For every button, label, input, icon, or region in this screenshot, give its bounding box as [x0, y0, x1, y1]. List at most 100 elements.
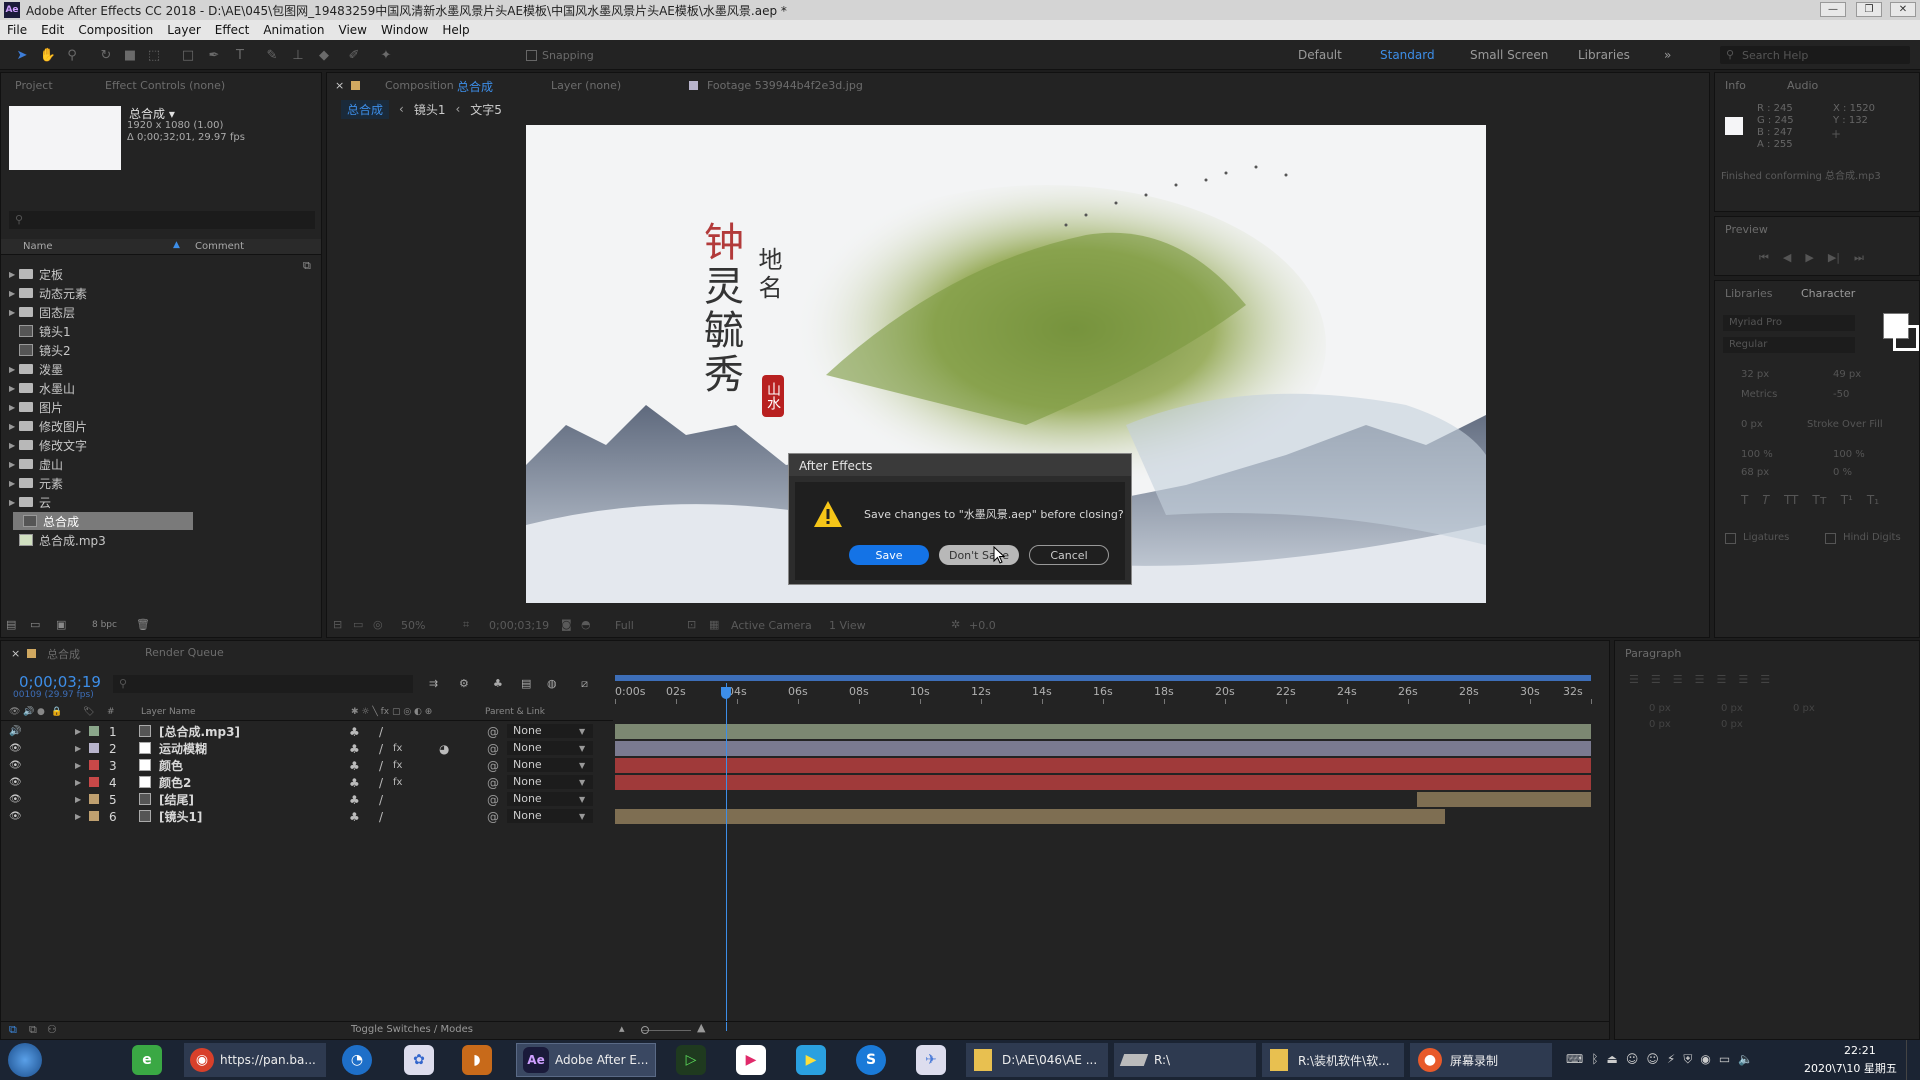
expand-triangle-icon[interactable]: ▶ — [9, 422, 19, 431]
first-frame-icon[interactable]: ⏮ — [1759, 251, 1769, 265]
shy-switch-icon[interactable]: ♣ — [349, 776, 360, 790]
kerning-value[interactable]: Metrics — [1741, 389, 1777, 400]
tab-paragraph[interactable]: Paragraph — [1625, 647, 1681, 660]
dont-save-button[interactable]: Don't Save — [939, 545, 1019, 565]
snapshot-icon[interactable]: ◙ — [561, 618, 572, 631]
brush-tool-icon[interactable]: ✎ — [264, 47, 280, 63]
project-item[interactable]: ▶ 固态层 — [9, 303, 75, 321]
tab-audio[interactable]: Audio — [1787, 79, 1818, 92]
type-tool-icon[interactable]: T — [232, 47, 248, 63]
workspace-small-screen[interactable]: Small Screen — [1470, 48, 1548, 62]
superscript-icon[interactable]: T¹ — [1841, 493, 1853, 508]
horizontal-scale-value[interactable]: 100 % — [1833, 449, 1865, 460]
pan-behind-tool-icon[interactable]: ⬚ — [146, 47, 162, 63]
breadcrumb-item[interactable]: 镜头1 — [414, 101, 446, 118]
vr-icon[interactable]: ◎ — [373, 618, 383, 631]
timeline-layer-row[interactable]: 🔊 ▶ 1 [总合成.mp3] ♣ / @ None ▼ — [1, 723, 613, 740]
taskbar-item-screen-record[interactable]: ● 屏幕录制 — [1410, 1043, 1552, 1077]
next-frame-icon[interactable]: ▶| — [1828, 251, 1840, 265]
new-folder-icon[interactable]: ▭ — [30, 618, 40, 631]
stroke-mode-dropdown[interactable]: Stroke Over Fill — [1807, 419, 1883, 430]
stroke-width-value[interactable]: 0 px — [1741, 419, 1763, 430]
quality-switch-icon[interactable]: / — [379, 742, 383, 756]
small-caps-icon[interactable]: Tт — [1812, 493, 1826, 508]
current-time-display[interactable]: 0;00;03;19 — [19, 673, 101, 691]
shy-switch-icon[interactable]: ♣ — [349, 742, 360, 756]
layer-label-color[interactable] — [89, 760, 99, 770]
faux-italic-icon[interactable]: 𝑇 — [1762, 493, 1770, 508]
more-workspaces-icon[interactable]: » — [1664, 48, 1671, 62]
layer-name[interactable]: [镜头1] — [159, 808, 202, 825]
layer-name[interactable]: 运动模糊 — [159, 740, 207, 757]
pickwhip-icon[interactable]: @ — [487, 742, 499, 756]
quality-switch-icon[interactable]: / — [379, 759, 383, 773]
maximize-button[interactable]: ❐ — [1856, 2, 1882, 17]
clone-stamp-tool-icon[interactable]: ⊥ — [290, 47, 306, 63]
camera-dropdown[interactable]: Active Camera — [731, 619, 812, 632]
search-help-field[interactable]: ⚲ Search Help — [1720, 46, 1910, 64]
workspace-standard[interactable]: Standard — [1380, 48, 1435, 62]
font-style-dropdown[interactable]: Regular — [1723, 337, 1855, 353]
tab-composition-label[interactable]: Composition — [385, 79, 454, 92]
expand-layer-triangle-icon[interactable]: ▶ — [75, 727, 81, 736]
tab-info[interactable]: Info — [1725, 79, 1746, 92]
play-icon[interactable]: ▶ — [1805, 251, 1813, 265]
app-icon-player[interactable]: ▶ — [796, 1045, 826, 1075]
toggle-switches-modes[interactable]: Toggle Switches / Modes — [351, 1024, 473, 1035]
render-time-icon[interactable]: ⧉ — [9, 1023, 17, 1037]
app-icon-blue[interactable]: ◔ — [342, 1045, 372, 1075]
justify-all-icon[interactable]: ☰ — [1760, 673, 1770, 686]
layer-label-color[interactable] — [89, 743, 99, 753]
shy-switch-icon[interactable]: ♣ — [349, 810, 360, 824]
expand-layer-triangle-icon[interactable]: ▶ — [75, 761, 81, 770]
expand-layer-triangle-icon[interactable]: ▶ — [75, 812, 81, 821]
safe-zones-icon[interactable]: ⌗ — [463, 618, 469, 632]
visibility-eye-icon[interactable]: 👁 — [9, 794, 22, 805]
eraser-tool-icon[interactable]: ◆ — [316, 47, 332, 63]
always-preview-icon[interactable]: ⊟ — [333, 618, 342, 631]
tracking-value[interactable]: -50 — [1833, 389, 1849, 400]
breadcrumb-item[interactable]: 总合成 — [341, 99, 390, 119]
project-item[interactable]: ▶ 定板 — [9, 265, 63, 283]
vertical-scale-value[interactable]: 100 % — [1741, 449, 1773, 460]
layer-duration-bar[interactable] — [615, 758, 1591, 773]
leading-value[interactable]: 49 px — [1833, 369, 1861, 380]
expand-layer-triangle-icon[interactable]: ▶ — [75, 778, 81, 787]
expand-triangle-icon[interactable]: ▶ — [9, 289, 19, 298]
fx-switch-icon[interactable]: fx — [393, 777, 402, 788]
timeline-search-input[interactable]: ⚲ — [113, 675, 413, 693]
puppet-tool-icon[interactable]: ✦ — [378, 47, 394, 63]
project-item[interactable]: ▶ 元素 — [9, 474, 63, 492]
comp-mini-flowchart-icon[interactable]: ⇉ — [429, 677, 438, 690]
security-icon[interactable]: ◉ — [1700, 1052, 1710, 1067]
menu-help[interactable]: Help — [435, 23, 476, 37]
quality-switch-icon[interactable]: / — [379, 810, 383, 824]
motion-blur-switch-icon[interactable]: ◕ — [439, 742, 449, 756]
time-ruler[interactable]: 0:00s 02s 04s 06s 08s 10s 12s 14s 16s 18s 20s 22s 24… — [615, 683, 1592, 704]
rotate-tool-icon[interactable]: ↻ — [98, 47, 114, 63]
column-name[interactable]: Name — [23, 241, 53, 252]
menu-edit[interactable]: Edit — [34, 23, 71, 37]
cancel-button[interactable]: Cancel — [1029, 545, 1109, 565]
align-right-icon[interactable]: ☰ — [1673, 673, 1683, 686]
menu-view[interactable]: View — [332, 23, 374, 37]
taskbar-item-chrome[interactable]: ◉ https://pan.ba... — [184, 1043, 326, 1077]
project-item[interactable]: ▶ 云 — [9, 493, 51, 511]
hindi-digits-checkbox[interactable] — [1825, 533, 1836, 544]
interpret-footage-icon[interactable]: ▤ — [6, 618, 16, 631]
frame-blending-icon[interactable]: ▤ — [521, 677, 531, 690]
tab-footage[interactable]: Footage 539944b4f2e3d.jpg — [707, 79, 863, 92]
show-snapshot-icon[interactable]: ◓ — [581, 618, 591, 631]
exposure-icon[interactable]: ✲ — [951, 618, 960, 631]
display-icon[interactable]: ▭ — [1719, 1052, 1730, 1067]
app-icon-baidu[interactable]: ✿ — [404, 1045, 434, 1075]
minimize-button[interactable]: — — [1820, 2, 1846, 17]
parent-link-header[interactable]: Parent & Link — [485, 707, 545, 717]
motion-blur-icon[interactable]: ◍ — [547, 677, 557, 690]
tab-layer[interactable]: Layer (none) — [551, 79, 621, 92]
justify-left-icon[interactable]: ☰ — [1695, 673, 1705, 686]
viewer-timecode[interactable]: 0;00;03;19 — [489, 619, 549, 632]
app-icon-feishu[interactable]: ✈ — [916, 1045, 946, 1075]
taskbar-item-drive[interactable]: R:\ — [1114, 1043, 1256, 1077]
pickwhip-icon[interactable]: @ — [487, 810, 499, 824]
